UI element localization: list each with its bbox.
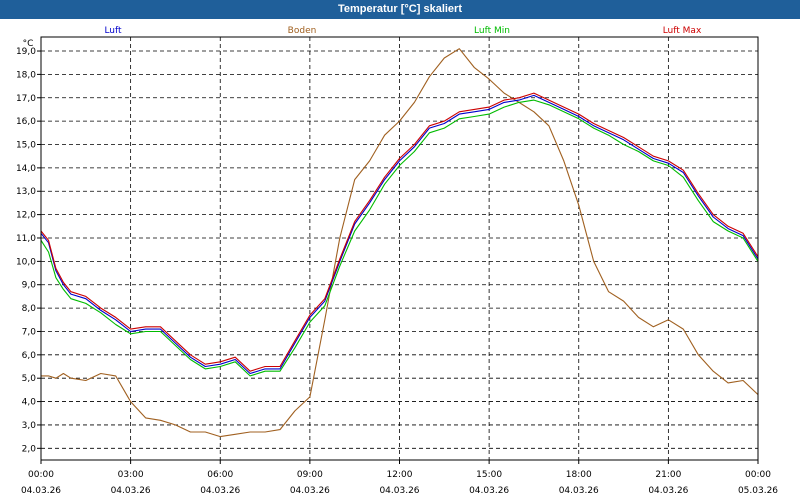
y-tick-label: 9,0	[22, 281, 37, 291]
legend: Luft Boden Luft Min Luft Max	[104, 26, 702, 36]
x-tick-date-label: 04.03.26	[379, 486, 419, 496]
y-tick-label: 13,0	[16, 187, 36, 197]
x-tick-time-label: 00:00	[745, 470, 771, 480]
x-tick-time-label: 18:00	[566, 470, 592, 480]
legend-entry-luft-max: Luft Max	[663, 26, 702, 36]
y-tick-label: 17,0	[16, 94, 36, 104]
x-tick-date-label: 04.03.26	[200, 486, 240, 496]
x-tick-date-label: 04.03.26	[559, 486, 599, 496]
y-tick-label: 14,0	[16, 164, 36, 174]
y-tick-label: 16,0	[16, 117, 36, 127]
x-tick-time-label: 00:00	[28, 470, 54, 480]
y-tick-label: 4,0	[22, 398, 37, 408]
x-tick-date-label: 04.03.26	[21, 486, 61, 496]
window-title: Temperatur [°C] skaliert	[0, 0, 800, 19]
temperature-chart: °C2,03,04,05,06,07,08,09,010,011,012,013…	[16, 26, 778, 496]
y-tick-label: 2,0	[22, 444, 37, 454]
y-tick-label: 19,0	[16, 47, 36, 57]
x-tick-date-label: 04.03.26	[469, 486, 509, 496]
legend-entry-luft: Luft	[104, 26, 122, 36]
x-tick-date-label: 04.03.26	[648, 486, 688, 496]
x-tick-date-label: 05.03.26	[738, 486, 778, 496]
chart-window: Temperatur [°C] skaliert °C 2,0 3,0 4,0 5,0 6…	[0, 0, 800, 500]
y-tick-label: 12,0	[16, 211, 36, 221]
legend-entry-luft-min: Luft Min	[474, 26, 510, 36]
y-tick-label: 18,0	[16, 70, 36, 80]
x-tick-time-label: 09:00	[297, 470, 323, 480]
y-tick-label: 5,0	[22, 374, 37, 384]
y-tick-label: 7,0	[22, 327, 37, 337]
y-tick-label: 11,0	[16, 234, 36, 244]
x-tick-time-label: 06:00	[207, 470, 233, 480]
legend-entry-boden: Boden	[288, 26, 317, 36]
y-tick-label: 15,0	[16, 141, 36, 151]
y-tick-label: 6,0	[22, 351, 37, 361]
y-tick-label: 10,0	[16, 257, 36, 267]
x-tick-time-label: 12:00	[387, 470, 413, 480]
x-tick-time-label: 21:00	[655, 470, 681, 480]
y-tick-label: 8,0	[22, 304, 37, 314]
y-tick-label: 3,0	[22, 421, 37, 431]
x-tick-time-label: 03:00	[118, 470, 144, 480]
x-tick-time-label: 15:00	[476, 470, 502, 480]
x-tick-date-label: 04.03.26	[290, 486, 330, 496]
x-tick-date-label: 04.03.26	[111, 486, 151, 496]
